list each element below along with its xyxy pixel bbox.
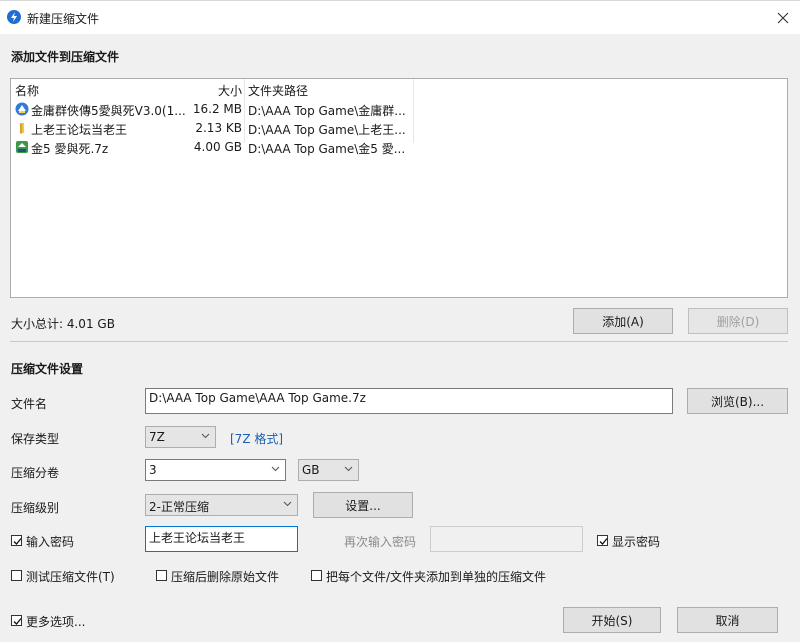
- settings-section-heading: 压缩文件设置: [11, 362, 84, 376]
- total-size: 大小总计: 4.01 GB: [11, 317, 115, 331]
- separate-archives-checkbox[interactable]: [311, 570, 322, 581]
- window-title: 新建压缩文件: [27, 12, 100, 26]
- column-header-name[interactable]: 名称: [15, 82, 39, 99]
- password-checkbox[interactable]: [11, 535, 22, 546]
- test-archive-label: 测试压缩文件(T): [26, 570, 115, 584]
- file-path: D:\AAA Top Game\金庸群...: [248, 104, 406, 118]
- split-label: 压缩分卷: [11, 466, 60, 480]
- split-size-combo[interactable]: 3: [145, 459, 286, 481]
- app-logo-icon: [7, 10, 21, 24]
- format-link[interactable]: [7Z 格式]: [230, 430, 283, 447]
- chevron-down-icon: [344, 466, 353, 472]
- column-header-path[interactable]: 文件夹路径: [248, 82, 308, 99]
- close-icon: [777, 12, 789, 24]
- chevron-down-icon: [201, 433, 210, 439]
- level-label: 压缩级别: [11, 501, 60, 515]
- more-options-checkbox[interactable]: [11, 615, 22, 626]
- file-path: D:\AAA Top Game\金5 愛...: [248, 142, 406, 156]
- save-type-select[interactable]: 7Z: [145, 426, 216, 448]
- file-size: 16.2 MB: [192, 102, 242, 116]
- chevron-down-icon: [283, 501, 292, 507]
- save-type-value: 7Z: [149, 430, 165, 444]
- checkmark-icon: [13, 538, 22, 545]
- password-input[interactable]: 上老王论坛当老王: [145, 526, 298, 552]
- more-options-label: 更多选项...: [26, 615, 86, 629]
- password-label: 输入密码: [26, 535, 75, 549]
- file-name: 上老王论坛当老王: [31, 123, 128, 137]
- save-type-label: 保存类型: [11, 432, 60, 446]
- split-unit-value: GB: [302, 463, 320, 477]
- filename-input[interactable]: D:\AAA Top Game\AAA Top Game.7z: [145, 388, 673, 414]
- add-section-heading: 添加文件到压缩文件: [11, 50, 120, 64]
- start-button[interactable]: 开始(S): [563, 607, 661, 633]
- test-archive-checkbox[interactable]: [11, 570, 22, 581]
- file-name: 金5 愛與死.7z: [31, 142, 109, 156]
- cancel-button[interactable]: 取消: [677, 607, 778, 633]
- delete-after-label: 压缩后删除原始文件: [171, 570, 280, 584]
- file-row[interactable]: 金5 愛與死.7z 4.00 GB D:\AAA Top Game\金5 愛..…: [11, 138, 411, 156]
- column-separator: [413, 79, 414, 143]
- show-password-label: 显示密码: [612, 535, 661, 549]
- checkmark-icon: [13, 618, 22, 625]
- level-value: 2-正常压缩: [149, 500, 209, 514]
- split-unit-select[interactable]: GB: [298, 459, 359, 481]
- file-path: D:\AAA Top Game\上老王...: [248, 123, 406, 137]
- confirm-password-label: 再次输入密码: [344, 535, 417, 549]
- file-row[interactable]: 金庸群俠傳5愛與死V3.0(1... 16.2 MB D:\AAA Top Ga…: [11, 100, 411, 118]
- browse-button[interactable]: 浏览(B)...: [687, 388, 788, 414]
- settings-button[interactable]: 设置...: [313, 492, 413, 518]
- column-header-size[interactable]: 大小: [187, 82, 242, 99]
- add-button[interactable]: 添加(A): [573, 308, 673, 334]
- delete-button[interactable]: 删除(D): [688, 308, 788, 334]
- file-row[interactable]: 上老王论坛当老王 2.13 KB D:\AAA Top Game\上老王...: [11, 119, 411, 137]
- separate-archives-label: 把每个文件/文件夹添加到单独的压缩文件: [326, 570, 547, 584]
- file-list[interactable]: 名称 大小 文件夹路径 金庸群俠傳5愛與死V3.0(1... 16.2 MB D…: [10, 78, 788, 298]
- delete-after-checkbox[interactable]: [156, 570, 167, 581]
- archive-7z-icon: [15, 140, 29, 154]
- dialog-body: 添加文件到压缩文件 名称 大小 文件夹路径 金庸群俠傳5愛與死V3.0(1...…: [0, 34, 800, 642]
- chevron-down-icon: [271, 466, 280, 472]
- level-select[interactable]: 2-正常压缩: [145, 494, 298, 516]
- show-password-checkbox[interactable]: [597, 535, 608, 546]
- file-size: 2.13 KB: [195, 121, 242, 135]
- filename-label: 文件名: [11, 397, 48, 411]
- confirm-password-input[interactable]: [430, 526, 583, 552]
- title-bar: 新建压缩文件: [0, 0, 800, 35]
- file-size: 4.00 GB: [193, 140, 242, 154]
- close-button[interactable]: [766, 1, 800, 35]
- app-exe-icon: [15, 102, 29, 116]
- checkmark-icon: [599, 538, 608, 545]
- section-divider: [10, 341, 788, 342]
- folder-icon: [15, 121, 29, 135]
- split-size-value: 3: [149, 463, 157, 477]
- file-name: 金庸群俠傳5愛與死V3.0(1...: [31, 104, 185, 118]
